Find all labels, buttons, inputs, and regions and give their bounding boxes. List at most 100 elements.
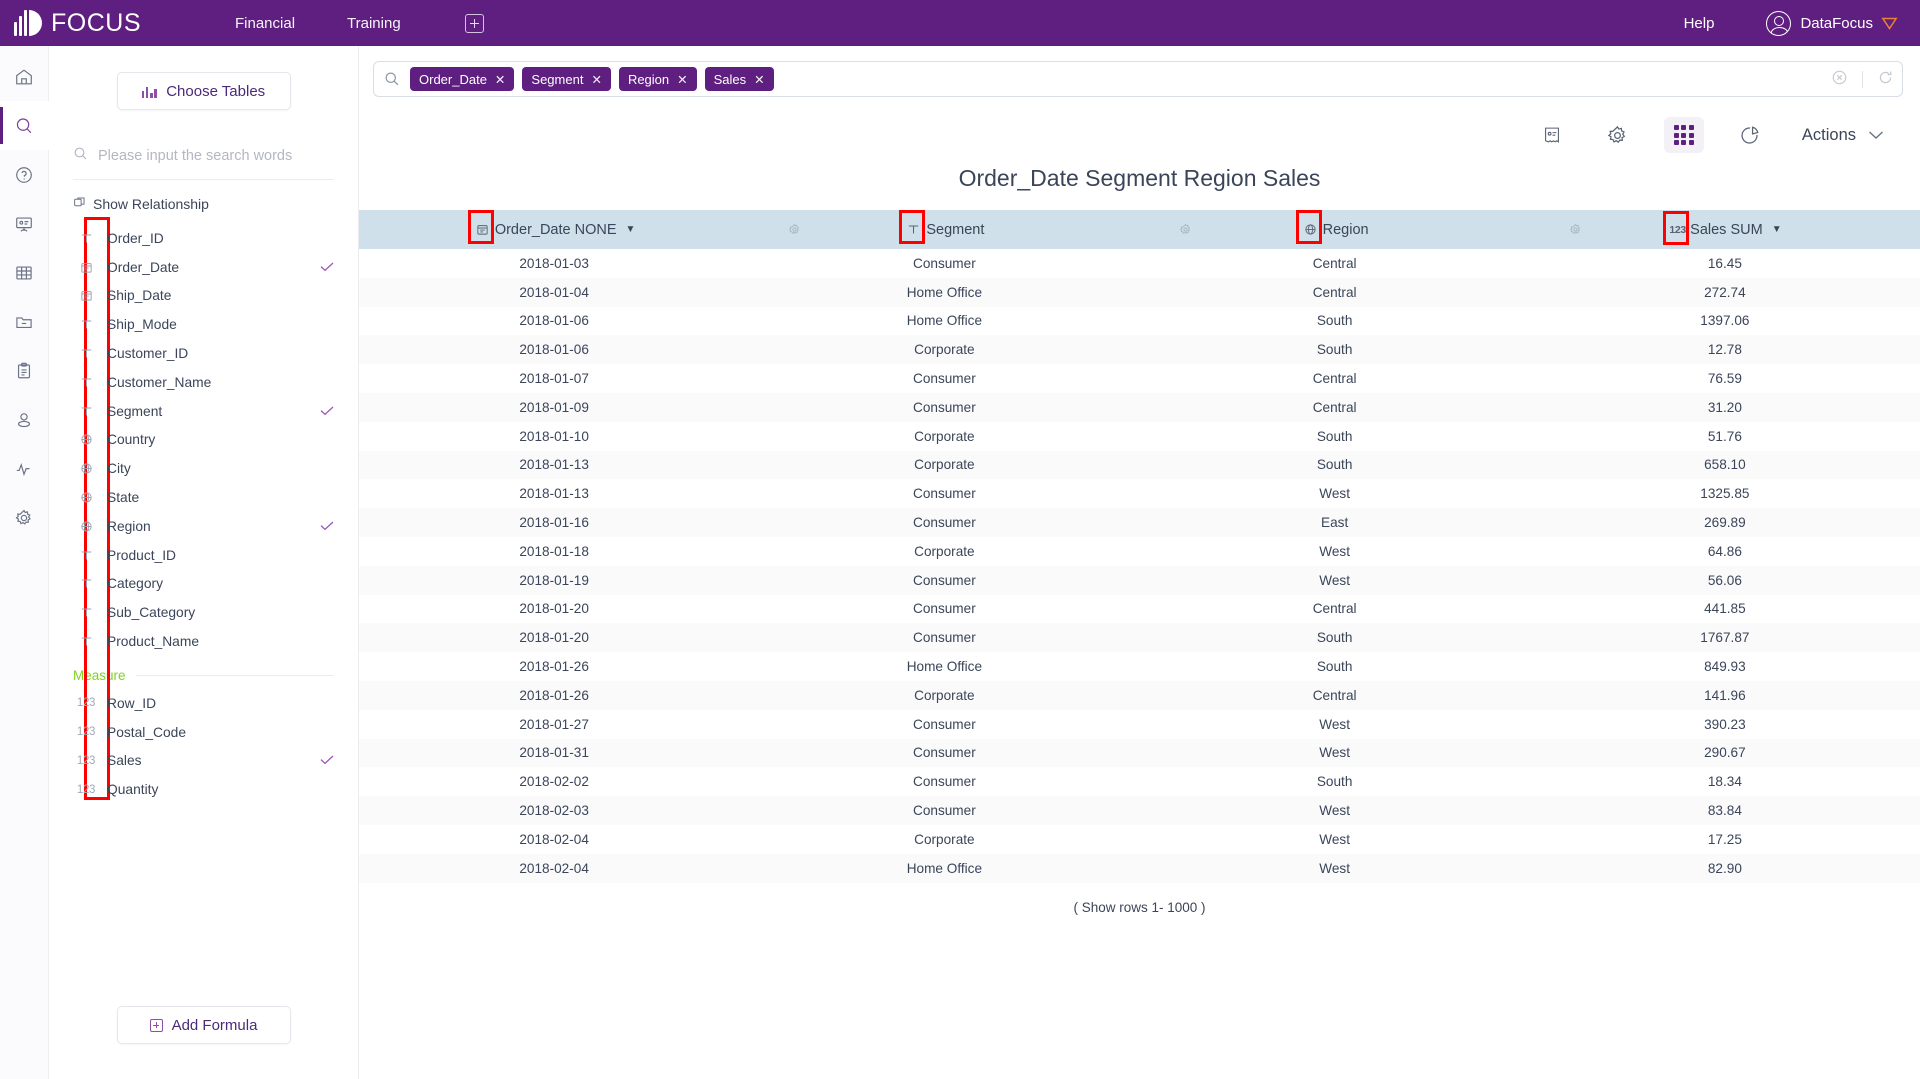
- rail-tables[interactable]: [0, 248, 49, 297]
- field-row[interactable]: Order_ID: [73, 224, 334, 253]
- table-row[interactable]: 2018-01-13 Corporate South 658.10: [359, 450, 1920, 480]
- table-cell: 2018-01-04: [519, 284, 589, 300]
- refresh-icon[interactable]: [1877, 69, 1894, 89]
- date-type-icon: [467, 210, 494, 244]
- field-row[interactable]: Region: [73, 512, 334, 541]
- help-link[interactable]: Help: [1684, 15, 1715, 32]
- table-cell: 2018-01-09: [519, 399, 589, 415]
- add-formula-button[interactable]: Add Formula: [116, 1006, 291, 1044]
- receipt-icon: [1544, 127, 1559, 143]
- field-row[interactable]: Ship_Date: [73, 282, 334, 311]
- field-row[interactable]: Ship_Mode: [73, 310, 334, 339]
- table-column-header[interactable]: 123 Sales SUM ▼: [1529, 210, 1920, 249]
- brand-logo[interactable]: FOCUS: [14, 9, 141, 38]
- table-row[interactable]: 2018-01-04 Home Office Central 272.74: [359, 277, 1920, 307]
- field-row[interactable]: Sub_Category: [73, 598, 334, 627]
- table-cell: 2018-01-16: [519, 515, 589, 531]
- toolbar-chart-view[interactable]: [1730, 117, 1770, 153]
- search-token[interactable]: Sales ✕: [704, 67, 774, 91]
- rail-clipboard[interactable]: [0, 346, 49, 395]
- remove-token-icon[interactable]: ✕: [591, 72, 601, 87]
- field-row[interactable]: Country: [73, 426, 334, 455]
- table-row[interactable]: 2018-01-19 Consumer West 56.06: [359, 565, 1920, 595]
- search-token[interactable]: Region ✕: [618, 67, 697, 91]
- table-column-header[interactable]: Region: [1139, 210, 1580, 249]
- table-row[interactable]: 2018-01-26 Corporate Central 141.96: [359, 680, 1920, 710]
- measure-rule: [135, 674, 334, 676]
- chart-bars-icon: [141, 85, 158, 98]
- search-icon: [16, 117, 32, 133]
- table-row[interactable]: 2018-01-18 Corporate West 64.86: [359, 536, 1920, 566]
- rail-search[interactable]: [0, 101, 49, 150]
- table-row[interactable]: 2018-01-07 Consumer Central 76.59: [359, 364, 1920, 393]
- badge-icon: [1881, 17, 1898, 30]
- field-row[interactable]: Customer_ID: [73, 339, 334, 368]
- table-row[interactable]: 2018-01-06 Home Office South 1397.06: [359, 306, 1920, 336]
- table-row[interactable]: 2018-01-27 Consumer West 390.23: [359, 709, 1920, 739]
- field-row[interactable]: Customer_Name: [73, 368, 334, 397]
- table-row[interactable]: 2018-02-03 Consumer West 83.84: [359, 796, 1920, 825]
- table-row[interactable]: 2018-02-04 Corporate West 17.25: [359, 824, 1920, 854]
- remove-token-icon[interactable]: ✕: [677, 72, 687, 87]
- rail-activity[interactable]: [0, 444, 49, 493]
- rail-settings[interactable]: [0, 493, 49, 542]
- rail-home[interactable]: [0, 52, 49, 101]
- table-row[interactable]: 2018-01-06 Corporate South 12.78: [359, 335, 1920, 365]
- table-column-header[interactable]: Order_Date NONE ▼: [359, 210, 800, 249]
- table-row[interactable]: 2018-01-20 Consumer Central 441.85: [359, 594, 1920, 624]
- table-row[interactable]: 2018-01-13 Consumer West 1325.85: [359, 479, 1920, 509]
- table-cell: Consumer: [913, 745, 976, 761]
- rail-help[interactable]: [0, 150, 49, 199]
- table-row[interactable]: 2018-01-10 Corporate South 51.76: [359, 421, 1920, 451]
- field-row[interactable]: Order_Date: [73, 253, 334, 282]
- field-label: Product_Name: [107, 634, 200, 650]
- field-row[interactable]: 123 Sales: [73, 747, 334, 776]
- sort-caret-icon[interactable]: ▼: [1772, 224, 1782, 235]
- table-cell: 2018-02-04: [519, 860, 589, 876]
- field-row[interactable]: 123 Row_ID: [73, 689, 334, 718]
- table-row[interactable]: 2018-01-16 Consumer East 269.89: [359, 508, 1920, 537]
- toolbar-settings[interactable]: [1598, 117, 1638, 153]
- clear-circle-icon[interactable]: [1831, 69, 1848, 89]
- search-bar[interactable]: Order_Date ✕ Segment ✕ Region ✕ Sales ✕: [373, 61, 1903, 97]
- field-row[interactable]: Product_Name: [73, 627, 334, 656]
- sort-caret-icon[interactable]: ▼: [626, 224, 636, 235]
- remove-token-icon[interactable]: ✕: [754, 72, 764, 87]
- table-row[interactable]: 2018-01-03 Consumer Central 16.45: [359, 249, 1920, 278]
- table-row[interactable]: 2018-01-31 Consumer West 290.67: [359, 738, 1920, 768]
- table-row[interactable]: 2018-01-26 Home Office South 849.93: [359, 652, 1920, 681]
- help-circle-icon: [16, 166, 32, 183]
- table-row[interactable]: 2018-02-02 Consumer South 18.34: [359, 767, 1920, 797]
- table-cell: Central: [1312, 255, 1357, 271]
- table-row[interactable]: 2018-01-20 Consumer South 1767.87: [359, 623, 1920, 653]
- rail-folder[interactable]: [0, 297, 49, 346]
- nav-financial[interactable]: Financial: [209, 15, 321, 32]
- toolbar-table-view[interactable]: [1663, 117, 1704, 153]
- choose-tables-button[interactable]: Choose Tables: [116, 72, 291, 110]
- search-token[interactable]: Segment ✕: [522, 67, 611, 91]
- field-row[interactable]: Product_ID: [73, 541, 334, 570]
- rail-user[interactable]: [0, 395, 49, 444]
- user-name: DataFocus: [1800, 14, 1873, 32]
- table-cell: Corporate: [914, 831, 975, 847]
- search-token[interactable]: Order_Date ✕: [410, 67, 515, 91]
- field-row[interactable]: 123 Postal_Code: [73, 718, 334, 747]
- table-column-header[interactable]: Segment: [749, 210, 1190, 249]
- field-row[interactable]: Segment: [73, 397, 334, 426]
- table-cell: 1767.87: [1700, 630, 1750, 646]
- toolbar-answer-note[interactable]: [1532, 117, 1572, 153]
- sidebar-search-input[interactable]: Please input the search words: [73, 146, 334, 179]
- table-row[interactable]: 2018-01-09 Consumer Central 31.20: [359, 392, 1920, 422]
- rail-dashboard[interactable]: [0, 199, 49, 248]
- show-relationship-button[interactable]: Show Relationship: [73, 196, 334, 212]
- table-row[interactable]: 2018-02-04 Home Office West 82.90: [359, 853, 1920, 883]
- field-row[interactable]: State: [73, 483, 334, 512]
- actions-dropdown[interactable]: Actions: [1802, 126, 1884, 145]
- add-tab-icon[interactable]: [464, 13, 484, 33]
- nav-training[interactable]: Training: [321, 15, 427, 32]
- remove-token-icon[interactable]: ✕: [495, 72, 505, 87]
- field-row[interactable]: City: [73, 454, 334, 483]
- field-row[interactable]: 123 Quantity: [73, 775, 334, 804]
- user-menu[interactable]: DataFocus: [1766, 10, 1898, 36]
- field-row[interactable]: Category: [73, 570, 334, 599]
